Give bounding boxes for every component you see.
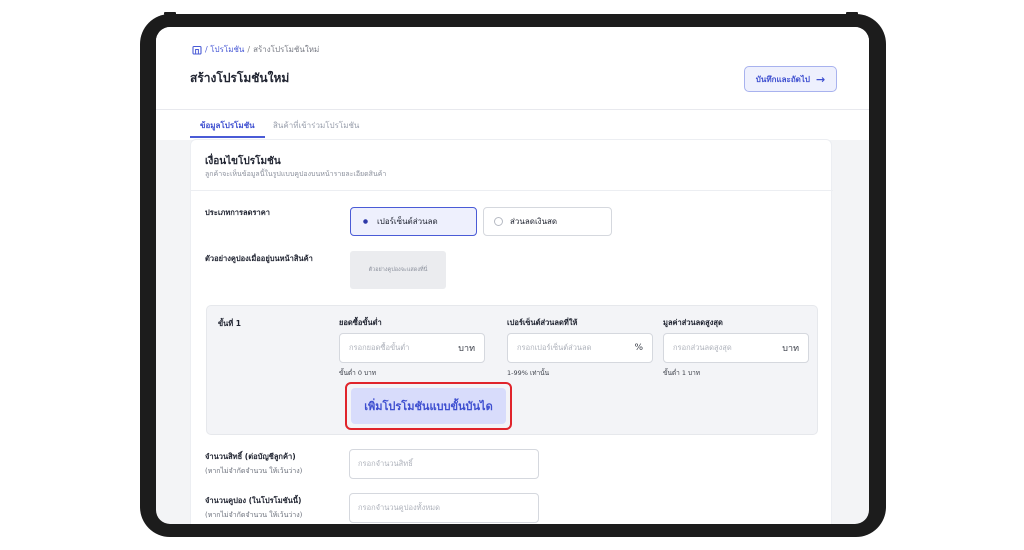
percent-unit: % bbox=[634, 343, 643, 353]
radio-selected-icon bbox=[361, 217, 370, 226]
save-and-next-button[interactable]: บันทึกและถัดไป → bbox=[744, 66, 837, 92]
tier-label: ขั้นที่ 1 bbox=[218, 319, 242, 328]
rights-label: จำนวนสิทธิ์ (ต่อบัญชีลูกค้า) bbox=[205, 452, 296, 461]
coupons-label: จำนวนคูปอง (ในโปรโมชันนี้) bbox=[205, 496, 302, 505]
max-discount-placeholder: กรอกส่วนลดสูงสุด bbox=[673, 343, 732, 352]
max-discount-hint: ขั้นต่ำ 1 บาท bbox=[663, 369, 701, 377]
min-purchase-hint: ขั้นต่ำ 0 บาท bbox=[339, 369, 377, 377]
rights-input[interactable]: กรอกจำนวนสิทธิ์ bbox=[349, 449, 539, 479]
radio-cash-discount[interactable]: ส่วนลดเงินสด bbox=[483, 207, 612, 236]
min-purchase-placeholder: กรอกยอดซื้อขั้นต่ำ bbox=[349, 343, 410, 352]
section-title: เงื่อนไขโปรโมชัน bbox=[205, 156, 281, 167]
min-purchase-label: ยอดซื้อขั้นต่ำ bbox=[339, 318, 382, 327]
coupons-sublabel: (หากไม่จำกัดจำนวน ให้เว้นว่าง) bbox=[205, 511, 303, 519]
breadcrumb: / โปรโมชัน / สร้างโปรโมชันใหม่ bbox=[192, 43, 319, 56]
min-purchase-unit: บาท bbox=[458, 344, 475, 354]
radio-percent-discount[interactable]: เปอร์เซ็นต์ส่วนลด bbox=[350, 207, 477, 236]
section-subtitle: ลูกค้าจะเห็นข้อมูลนี้ในรูปแบบคูปองบนหน้า… bbox=[205, 170, 387, 178]
coupon-preview: ตัวอย่างคูปองจะแสดงที่นี่ bbox=[350, 251, 446, 289]
radio-percent-label: เปอร์เซ็นต์ส่วนลด bbox=[377, 217, 438, 226]
arrow-right-icon: → bbox=[815, 72, 826, 86]
screen: / โปรโมชัน / สร้างโปรโมชันใหม่ สร้างโปรโ… bbox=[156, 27, 869, 524]
tablet-frame: / โปรโมชัน / สร้างโปรโมชันใหม่ สร้างโปรโ… bbox=[140, 14, 886, 537]
percent-placeholder: กรอกเปอร์เซ็นต์ส่วนลด bbox=[517, 343, 592, 352]
coupon-preview-label: ตัวอย่างคูปองเมื่ออยู่บนหน้าสินค้า bbox=[205, 254, 313, 263]
tab-promotion-info[interactable]: ข้อมูลโปรโมชัน bbox=[200, 119, 255, 132]
max-discount-input[interactable]: กรอกส่วนลดสูงสุด บาท bbox=[663, 333, 809, 363]
promotion-conditions-card: เงื่อนไขโปรโมชัน ลูกค้าจะเห็นข้อมูลนี้ใน… bbox=[190, 139, 833, 524]
divider bbox=[191, 190, 833, 191]
max-discount-unit: บาท bbox=[782, 344, 799, 354]
coupons-input[interactable]: กรอกจำนวนคูปองทั้งหมด bbox=[349, 493, 539, 523]
radio-unselected-icon bbox=[494, 217, 503, 226]
max-discount-label: มูลค่าส่วนลดสูงสุด bbox=[663, 318, 723, 327]
add-ladder-highlight: เพิ่มโปรโมชันแบบขั้นบันได bbox=[345, 382, 512, 430]
breadcrumb-separator: / bbox=[247, 45, 251, 54]
radio-cash-label: ส่วนลดเงินสด bbox=[510, 217, 558, 226]
min-purchase-input[interactable]: กรอกยอดซื้อขั้นต่ำ บาท bbox=[339, 333, 485, 363]
percent-hint: 1-99% เท่านั้น bbox=[507, 369, 550, 377]
rights-sublabel: (หากไม่จำกัดจำนวน ให้เว้นว่าง) bbox=[205, 467, 303, 475]
tab-bar: ข้อมูลโปรโมชัน สินค้าที่เข้าร่วมโปรโมชัน bbox=[156, 110, 869, 140]
discount-type-label: ประเภทการลดราคา bbox=[205, 208, 270, 217]
home-icon[interactable] bbox=[192, 45, 202, 55]
tab-participating-products[interactable]: สินค้าที่เข้าร่วมโปรโมชัน bbox=[273, 119, 359, 132]
add-ladder-promotion-button[interactable]: เพิ่มโปรโมชันแบบขั้นบันได bbox=[351, 388, 506, 424]
percent-input[interactable]: กรอกเปอร์เซ็นต์ส่วนลด % bbox=[507, 333, 653, 363]
header-bar: / โปรโมชัน / สร้างโปรโมชันใหม่ สร้างโปรโ… bbox=[156, 27, 869, 110]
tab-active-indicator bbox=[190, 136, 265, 138]
percent-label: เปอร์เซ็นต์ส่วนลดที่ให้ bbox=[507, 318, 578, 327]
tier-box: ขั้นที่ 1 ยอดซื้อขั้นต่ำ กรอกยอดซื้อขั้น… bbox=[206, 305, 818, 435]
page-title: สร้างโปรโมชันใหม่ bbox=[190, 71, 290, 85]
breadcrumb-current: สร้างโปรโมชันใหม่ bbox=[253, 45, 320, 54]
save-button-label: บันทึกและถัดไป bbox=[755, 74, 810, 84]
breadcrumb-root[interactable]: / โปรโมชัน bbox=[205, 43, 244, 56]
